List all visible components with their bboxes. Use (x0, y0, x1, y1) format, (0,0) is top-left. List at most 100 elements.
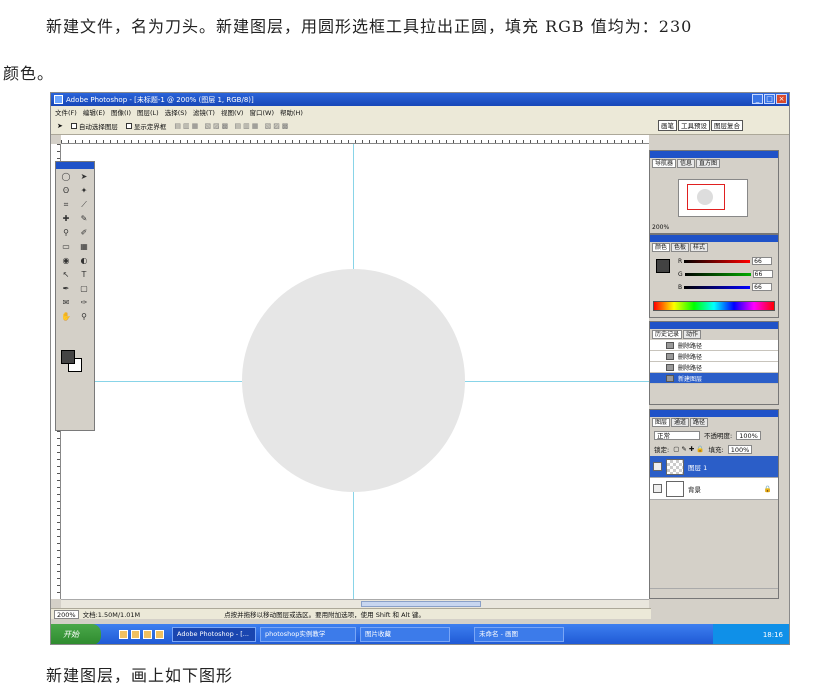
gradient-tool-icon[interactable]: ▦ (76, 241, 92, 253)
fill-field[interactable]: 100% (727, 444, 753, 454)
start-button[interactable]: 开始 (51, 624, 101, 644)
horizontal-scrollbar[interactable] (61, 599, 649, 608)
show-bounds-label: 显示定界框 (133, 122, 167, 131)
tab-styles[interactable]: 样式 (690, 243, 709, 252)
type-tool-icon[interactable]: T (76, 269, 92, 281)
crop-tool-icon[interactable]: ⌗ (58, 199, 74, 211)
lock-icons[interactable]: ▢ ✎ ✚ 🔒 (673, 445, 704, 453)
shape-tool-icon[interactable]: ▢ (76, 283, 92, 295)
document-canvas[interactable] (61, 144, 649, 599)
menu-filter[interactable]: 滤镜(T) (193, 107, 215, 117)
task-tutorial[interactable]: photoshop实例教学 (260, 627, 356, 642)
value-b[interactable]: 66 (752, 283, 773, 291)
toolbox: ◯ ➤ ʘ ✦ ⌗ ⟋ ✚ ✎ ⚲ ✐ ▭ ▦ ◉ ◐ ↖ T ✒ ▢ ✉ ✑ … (55, 161, 95, 431)
palette-tab-brushes[interactable]: 画笔 (658, 120, 677, 131)
navigator-zoom[interactable]: 200% (652, 224, 669, 231)
history-item[interactable]: 删除路径 (650, 362, 778, 373)
layer-row[interactable]: 背景 🔒 (650, 478, 778, 500)
tab-info[interactable]: 信息 (677, 159, 696, 168)
maximize-button[interactable]: □ (764, 94, 775, 104)
healing-tool-icon[interactable]: ✚ (58, 213, 74, 225)
menu-image[interactable]: 图像(I) (111, 107, 131, 117)
dodge-tool-icon[interactable]: ◐ (76, 255, 92, 267)
menu-help[interactable]: 帮助(H) (280, 107, 303, 117)
notes-tool-icon[interactable]: ✉ (58, 297, 74, 309)
system-tray: 18:16 (713, 624, 789, 644)
blur-tool-icon[interactable]: ◉ (58, 255, 74, 267)
eye-icon[interactable] (653, 484, 662, 493)
slice-tool-icon[interactable]: ⟋ (76, 199, 92, 211)
opacity-field[interactable]: 100% (736, 430, 761, 440)
tab-navigator[interactable]: 导航器 (652, 159, 677, 168)
color-panel-swatch[interactable] (656, 259, 670, 273)
value-r[interactable]: 66 (752, 257, 773, 265)
tab-channels[interactable]: 通道 (671, 418, 690, 427)
task-photoshop[interactable]: Adobe Photoshop - [... (172, 627, 256, 642)
clock[interactable]: 18:16 (763, 631, 783, 639)
history-item[interactable]: 删除路径 (650, 340, 778, 351)
task-pictures[interactable]: 图片收藏 (360, 627, 450, 642)
lasso-tool-icon[interactable]: ʘ (58, 185, 74, 197)
palette-well: 画笔 工具预设 图层复合 (658, 120, 743, 131)
marquee-tool-icon[interactable]: ◯ (58, 171, 74, 183)
doc-size-info[interactable]: 文档:1.50M/1.01M (83, 609, 141, 619)
paragraph-next-step: 新建图层，画上如下图形 (46, 666, 234, 685)
slider-r[interactable]: R 66 (678, 257, 773, 265)
tab-actions[interactable]: 动作 (683, 330, 702, 339)
layer-row-selected[interactable]: 图层 1 (650, 456, 778, 478)
color-spectrum[interactable] (653, 301, 775, 311)
magic-wand-tool-icon[interactable]: ✦ (76, 185, 92, 197)
tab-histogram[interactable]: 直方图 (696, 159, 721, 168)
navigator-preview[interactable] (678, 179, 748, 217)
tab-layers[interactable]: 图层 (652, 418, 671, 427)
blend-mode-select[interactable]: 正常 (654, 430, 700, 440)
eyedropper-tool-icon[interactable]: ✑ (76, 297, 92, 309)
hand-tool-icon[interactable]: ✋ (58, 311, 74, 323)
eye-icon[interactable] (653, 462, 662, 471)
move-tool-icon[interactable]: ➤ (76, 171, 92, 183)
palette-tab-tool-presets[interactable]: 工具预设 (678, 120, 710, 131)
quick-launch-icon[interactable] (131, 630, 140, 639)
navigator-view-box[interactable] (687, 184, 725, 210)
history-item[interactable]: 删除路径 (650, 351, 778, 362)
lock-icon: 🔒 (763, 484, 772, 493)
value-g[interactable]: 66 (752, 270, 773, 278)
foreground-color-swatch[interactable] (61, 350, 75, 364)
pen-tool-icon[interactable]: ✒ (58, 283, 74, 295)
menu-file[interactable]: 文件(F) (55, 107, 77, 117)
palette-tab-layer-comps[interactable]: 图层复合 (711, 120, 743, 131)
quick-launch-icon[interactable] (143, 630, 152, 639)
move-tool-icon[interactable]: ➤ (57, 122, 63, 130)
tab-swatches[interactable]: 色板 (671, 243, 690, 252)
minimize-button[interactable]: _ (752, 94, 763, 104)
tab-history[interactable]: 历史记录 (652, 330, 683, 339)
menu-view[interactable]: 视图(V) (221, 107, 244, 117)
window-title: Adobe Photoshop - [未标题-1 @ 200% (图层 1, R… (66, 95, 254, 104)
tab-paths[interactable]: 路径 (690, 418, 709, 427)
slider-g[interactable]: G 66 (678, 270, 773, 278)
ruler-horizontal[interactable] (61, 135, 649, 144)
paragraph-instruction: 新建文件，名为刀头。新建图层，用圆形选框工具拉出正圆，填充 RGB 值均为：23… (46, 17, 693, 36)
menu-select[interactable]: 选择(S) (165, 107, 187, 117)
quick-launch-icon[interactable] (155, 630, 164, 639)
quick-launch-icon[interactable] (119, 630, 128, 639)
zoom-tool-icon[interactable]: ⚲ (76, 311, 92, 323)
close-button[interactable]: × (776, 94, 787, 104)
task-paint[interactable]: 未命名 - 画图 (474, 627, 564, 642)
zoom-field[interactable]: 200% (54, 609, 79, 619)
slider-b[interactable]: B 66 (678, 283, 773, 291)
stamp-tool-icon[interactable]: ⚲ (58, 227, 74, 239)
menu-layer[interactable]: 图层(L) (137, 107, 159, 117)
show-bounds-checkbox[interactable]: 显示定界框 (125, 121, 167, 131)
path-select-tool-icon[interactable]: ↖ (58, 269, 74, 281)
brush-tool-icon[interactable]: ✎ (76, 213, 92, 225)
align-buttons-icon[interactable]: ▤▥▦ ▧▨▩ ▤▥▦ ▧▨▩ (174, 122, 290, 130)
eraser-tool-icon[interactable]: ▭ (58, 241, 74, 253)
menu-window[interactable]: 窗口(W) (249, 107, 274, 117)
auto-select-checkbox[interactable]: 自动选择图层 (70, 121, 118, 131)
photoshop-app-icon (54, 95, 63, 104)
history-brush-tool-icon[interactable]: ✐ (76, 227, 92, 239)
menu-edit[interactable]: 编辑(E) (83, 107, 105, 117)
tab-color[interactable]: 颜色 (652, 243, 671, 252)
history-item-selected[interactable]: 新建图层 (650, 373, 778, 384)
